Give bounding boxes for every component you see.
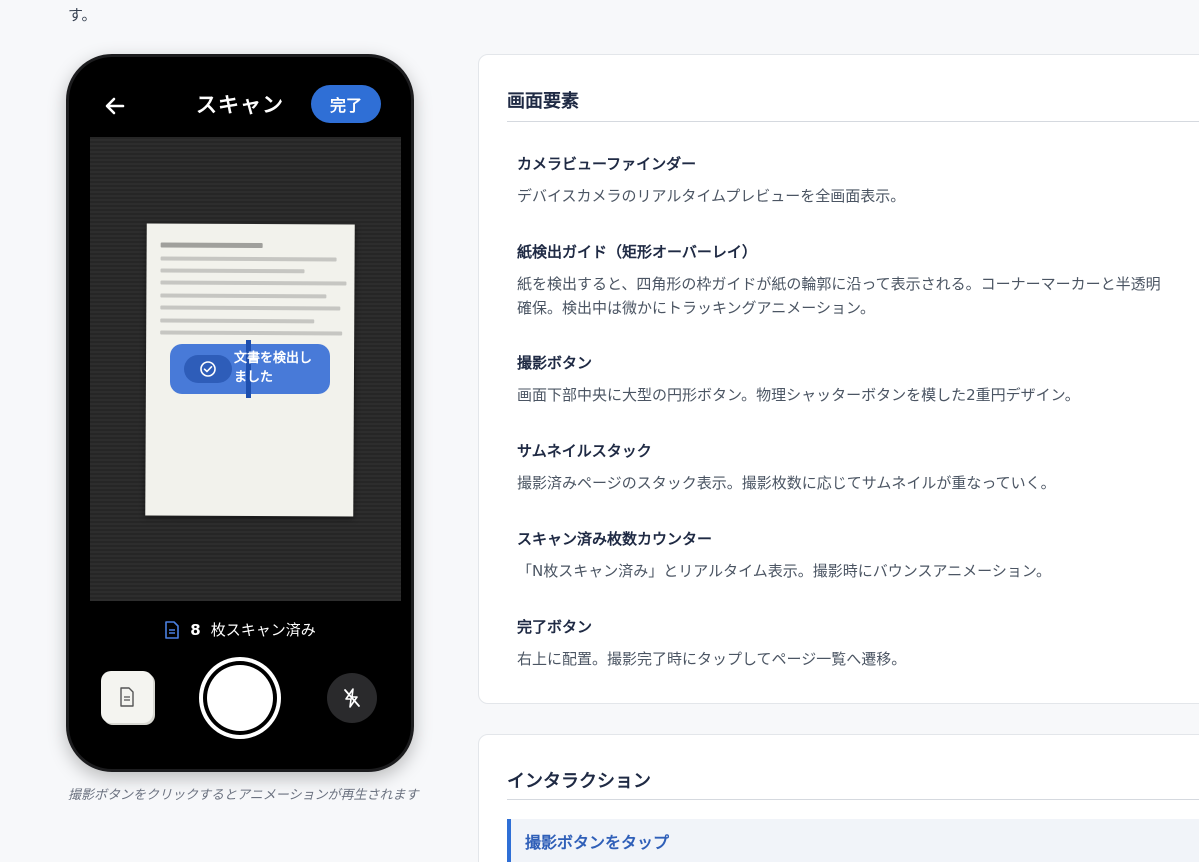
phone-screen: スキャン 完了 文書を検出しました 8 枚スキャン済み	[79, 67, 401, 759]
detect-check-pill	[184, 355, 232, 383]
divider	[507, 799, 1199, 800]
element-name: スキャン済み枚数カウンター	[517, 530, 713, 548]
element-item: サムネイルスタック 撮影済みページのスタック表示。撮影枚数に応じてサムネイルが重…	[517, 440, 1199, 495]
element-description: 「N枚スキャン済み」とリアルタイム表示。撮影時にバウンスアニメーション。	[517, 562, 1051, 580]
element-description: 撮影済みページのスタック表示。撮影枚数に応じてサムネイルが重なっていく。	[517, 474, 1056, 492]
thumbnail-stack-button[interactable]	[101, 671, 153, 723]
element-name: 紙検出ガイド（矩形オーバーレイ）	[517, 243, 757, 261]
element-description: 画面下部中央に大型の円形ボタン。物理シャッターボタンを模した2重円デザイン。	[517, 386, 1080, 404]
camera-viewfinder[interactable]: 文書を検出しました	[90, 137, 401, 601]
element-name: 撮影ボタン	[517, 354, 593, 372]
element-description: 右上に配置。撮影完了時にタップしてページ一覧へ遷移。	[517, 650, 907, 668]
element-item: 完了ボタン 右上に配置。撮影完了時にタップしてページ一覧へ遷移。	[517, 616, 1199, 671]
card-title: インタラクション	[507, 771, 651, 792]
shutter-core	[207, 665, 273, 731]
element-item: 撮影ボタン 画面下部中央に大型の円形ボタン。物理シャッターボタンを模した2重円デ…	[517, 352, 1199, 407]
demo-caption: 撮影ボタンをクリックするとアニメーションが再生されます	[68, 788, 419, 803]
screen-elements-card: 画面要素 カメラビューファインダー デバイスカメラのリアルタイムプレビューを全画…	[478, 54, 1199, 704]
flash-off-icon	[344, 688, 360, 708]
scan-header: スキャン 完了	[79, 67, 401, 137]
element-description: デバイスカメラのリアルタイムプレビューを全画面表示。	[517, 187, 906, 205]
document-detected-badge: 文書を検出しました	[170, 340, 330, 398]
document-thumbnail-icon	[120, 687, 134, 707]
shutter-ring	[203, 661, 277, 735]
element-name: サムネイルスタック	[517, 442, 652, 460]
element-item: スキャン済み枚数カウンター 「N枚スキャン済み」とリアルタイム表示。撮影時にバウ…	[517, 528, 1199, 583]
scan-count: 8	[190, 620, 201, 639]
scan-count-label: 枚スキャン済み	[210, 621, 316, 639]
element-name: カメラビューファインダー	[517, 155, 697, 173]
scan-counter: 8 枚スキャン済み	[79, 619, 401, 640]
shutter-button[interactable]	[199, 657, 281, 739]
element-description: 紙を検出すると、四角形の枠ガイドが紙の輪郭に沿って表示される。コーナーマーカーと…	[517, 275, 1161, 317]
element-item: カメラビューファインダー デバイスカメラのリアルタイムプレビューを全画面表示。	[517, 153, 1199, 208]
detect-message: 文書を検出しました	[234, 351, 313, 385]
done-button[interactable]: 完了	[311, 85, 381, 123]
card-title: 画面要素	[507, 91, 579, 112]
check-circle-icon	[200, 361, 216, 377]
element-item: 紙検出ガイド（矩形オーバーレイ） 紙を検出すると、四角形の枠ガイドが紙の輪郭に沿…	[517, 241, 1199, 320]
document-icon	[165, 620, 180, 639]
divider	[507, 121, 1199, 122]
intro-text-fragment: す。	[68, 6, 97, 24]
interaction-card: インタラクション 撮影ボタンをタップ	[478, 734, 1199, 862]
interaction-item[interactable]: 撮影ボタンをタップ	[507, 819, 1199, 862]
element-name: 完了ボタン	[517, 618, 593, 636]
phone-mockup: スキャン 完了 文書を検出しました 8 枚スキャン済み	[66, 54, 414, 772]
flash-toggle-button[interactable]	[327, 673, 377, 723]
